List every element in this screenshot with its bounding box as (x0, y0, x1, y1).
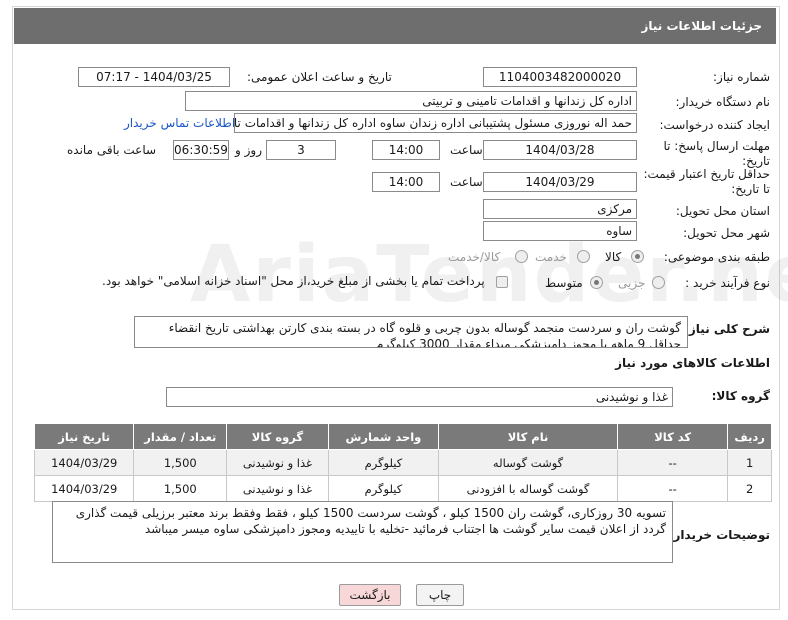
cell-quantity: 1,500 (133, 449, 228, 476)
col-name: نام کالا (438, 423, 618, 450)
table-row: 2 -- گوشت گوساله با افزودنی کیلوگرم غذا … (33, 475, 772, 502)
validity-date-field: 1404/03/29 (483, 172, 637, 192)
process-option-minor: جزیی (618, 276, 646, 290)
goods-group-label: گروه کالا: (711, 389, 770, 403)
validity-time-field: 14:00 (372, 172, 440, 192)
validity-time-label: ساعت (450, 175, 483, 189)
creator-field: حمد اله نوروزی مسئول پشتیبانی اداره زندا… (234, 113, 637, 133)
days-field: 3 (266, 140, 336, 160)
validity-label: حداقل تاریخ اعتبار قیمت: تا تاریخ: (643, 167, 770, 196)
deadline-date-field: 1404/03/28 (483, 140, 637, 160)
col-unit: واحد شمارش (327, 423, 440, 450)
goods-group-field: غذا و نوشیدنی (166, 387, 673, 407)
process-option-medium: متوسط (545, 276, 583, 290)
cell-row: 2 (727, 475, 772, 502)
cell-name: گوشت گوساله (438, 449, 618, 476)
cell-group: غذا و نوشیدنی (226, 449, 329, 476)
buyer-notes-label: توضیحات خریدار: (668, 528, 770, 542)
contact-info-link[interactable]: اطلاعات تماس خریدار (124, 116, 235, 130)
description-field: گوشت ران و سردست منجمد گوساله بدون چربی … (134, 316, 688, 348)
description-label: شرح کلی نیاز: (684, 322, 770, 336)
need-number-field: 1104003482000020 (483, 67, 637, 87)
payment-note: پرداخت تمام یا بخشی از مبلغ خرید،از محل … (102, 274, 485, 288)
cell-code: -- (616, 475, 729, 502)
goods-table-header: ردیف کد کالا نام کالا واحد شمارش گروه کا… (33, 423, 772, 450)
category-radio-goods-service[interactable] (515, 250, 528, 263)
category-option-goods-service: کالا/خدمت (448, 250, 501, 264)
cell-unit: کیلوگرم (327, 475, 440, 502)
print-button[interactable]: چاپ (416, 584, 464, 606)
buyer-org-field: اداره کل زندانها و اقدامات تامینی و تربی… (185, 91, 637, 111)
cell-group: غذا و نوشیدنی (226, 475, 329, 502)
deadline-time-label: ساعت (450, 143, 483, 157)
process-radio-minor[interactable] (652, 276, 665, 289)
province-label: استان محل تحویل: (675, 204, 770, 218)
province-field: مرکزی (483, 199, 637, 219)
days-label: روز و (235, 143, 262, 157)
col-row: ردیف (727, 423, 772, 450)
process-label: نوع فرآیند خرید : (685, 276, 770, 290)
table-row: 1 -- گوشت گوساله کیلوگرم غذا و نوشیدنی 1… (33, 449, 772, 476)
announce-datetime-field: 1404/03/25 - 07:17 (78, 67, 230, 87)
cell-unit: کیلوگرم (327, 449, 440, 476)
category-option-service: خدمت (535, 250, 567, 264)
col-quantity: تعداد / مقدار (133, 423, 228, 450)
cell-date: 1404/03/29 (33, 449, 135, 476)
col-code: کد کالا (616, 423, 729, 450)
city-field: ساوه (483, 221, 637, 241)
city-label: شهر محل تحویل: (683, 226, 770, 240)
cell-date: 1404/03/29 (33, 475, 135, 502)
cell-row: 1 (727, 449, 772, 476)
process-radio-medium[interactable] (590, 276, 603, 289)
buyer-org-label: نام دستگاه خریدار: (675, 95, 771, 109)
cell-quantity: 1,500 (133, 475, 228, 502)
category-label: طبقه بندی موضوعی: (663, 250, 770, 264)
announce-label: تاریخ و ساعت اعلان عمومی: (247, 70, 392, 84)
cell-code: -- (616, 449, 729, 476)
cell-name: گوشت گوساله با افزودنی (438, 475, 618, 502)
need-number-label: شماره نیاز: (713, 70, 770, 84)
goods-table: ردیف کد کالا نام کالا واحد شمارش گروه کا… (33, 423, 772, 502)
category-radio-service[interactable] (577, 250, 590, 263)
category-option-goods: کالا (605, 250, 622, 264)
goods-section-title: اطلاعات کالاهای مورد نیاز (615, 356, 770, 370)
deadline-time-field: 14:00 (372, 140, 440, 160)
page-title: جزئیات اطلاعات نیاز (14, 8, 776, 44)
payment-checkbox[interactable] (496, 276, 508, 288)
deadline-label: مهلت ارسال پاسخ: تا تاریخ: (663, 139, 770, 168)
buyer-notes-field: تسویه 30 روزکاری، گوشت ران 1500 کیلو ، گ… (52, 501, 673, 563)
back-button[interactable]: بازگشت (339, 584, 401, 606)
col-group: گروه کالا (226, 423, 329, 450)
creator-label: ایجاد کننده درخواست: (659, 118, 770, 132)
col-date: تاریخ نیاز (33, 423, 135, 450)
remaining-time-label: ساعت باقی مانده (67, 143, 157, 157)
remaining-time-field: 06:30:59 (173, 140, 229, 160)
category-radio-goods[interactable] (631, 250, 644, 263)
